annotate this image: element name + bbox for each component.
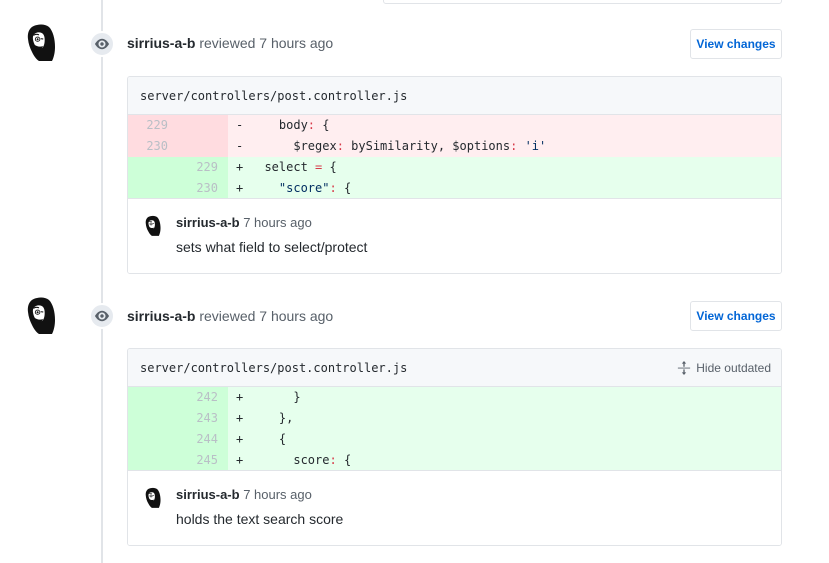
- diff-line-number-new: 244: [178, 429, 228, 450]
- diff-line-number-old: [128, 387, 178, 408]
- review-comment: sirrius-a-b 7 hours ago holds the text s…: [128, 471, 781, 545]
- diff-row: 229 - body: {: [128, 115, 781, 136]
- diff-line-number-old: [128, 178, 178, 198]
- diff-marker: -: [228, 115, 250, 136]
- diff-marker: -: [228, 136, 250, 157]
- diff-marker: +: [228, 157, 250, 178]
- diff-marker: +: [228, 178, 250, 198]
- view-changes-button[interactable]: View changes: [690, 29, 782, 59]
- diff-code[interactable]: "score": {: [250, 178, 781, 198]
- diff-line-number-old: 230: [128, 136, 178, 157]
- avatar-reviewer[interactable]: [21, 294, 65, 338]
- comment-author[interactable]: sirrius-a-b: [176, 487, 240, 502]
- fold-icon: [678, 360, 691, 375]
- eye-icon: [95, 38, 109, 50]
- diff-line-number-old: [128, 429, 178, 450]
- diff-line-number-old: [128, 450, 178, 470]
- review-author[interactable]: sirrius-a-b: [127, 35, 195, 51]
- hide-outdated-button[interactable]: Hide outdated: [677, 360, 771, 375]
- review-author[interactable]: sirrius-a-b: [127, 308, 195, 324]
- avatar-commenter[interactable]: [142, 214, 166, 238]
- diff-code[interactable]: }: [250, 387, 781, 408]
- diff-line-number-new: 243: [178, 408, 228, 429]
- review-action: reviewed 7 hours ago: [195, 35, 334, 51]
- diff-code[interactable]: select = {: [250, 157, 781, 178]
- diff-card: server/controllers/post.controller.js Hi…: [127, 348, 782, 546]
- diff-row: 245 + score: {: [128, 450, 781, 471]
- diff-line-number-old: [128, 408, 178, 429]
- review-event-icon: [89, 303, 115, 329]
- comment-author[interactable]: sirrius-a-b: [176, 215, 240, 230]
- comment-text: sets what field to select/protect: [176, 239, 368, 255]
- hide-outdated-label: Hide outdated: [696, 360, 771, 375]
- comment-body: sirrius-a-b 7 hours ago sets what field …: [176, 213, 769, 257]
- comment-text: holds the text search score: [176, 511, 344, 527]
- diff-line-number-old: [128, 157, 178, 178]
- diff-marker: +: [228, 429, 250, 450]
- diff-row: 229 + select = {: [128, 157, 781, 178]
- diff-marker: +: [228, 408, 250, 429]
- diff-header: server/controllers/post.controller.js Hi…: [128, 349, 781, 387]
- view-changes-button[interactable]: View changes: [690, 301, 782, 331]
- diff-code[interactable]: {: [250, 429, 781, 450]
- diff-line-number-new: 230: [178, 178, 228, 198]
- diff-card: server/controllers/post.controller.js 22…: [127, 76, 782, 274]
- review-comment: sirrius-a-b 7 hours ago sets what field …: [128, 199, 781, 273]
- diff-header: server/controllers/post.controller.js: [128, 77, 781, 115]
- diff-filename[interactable]: server/controllers/post.controller.js: [140, 361, 677, 375]
- comment-timestamp: 7 hours ago: [239, 487, 312, 502]
- comment-body: sirrius-a-b 7 hours ago holds the text s…: [176, 485, 769, 529]
- pull-request-timeline: sirrius-a-b reviewed 7 hours ago View ch…: [0, 0, 829, 563]
- diff-code[interactable]: },: [250, 408, 781, 429]
- diff-line-number-new: 242: [178, 387, 228, 408]
- diff-row: 230 - $regex: bySimilarity, $options: 'i…: [128, 136, 781, 157]
- diff-code[interactable]: score: {: [250, 450, 781, 470]
- diff-line-number-new: [178, 136, 228, 157]
- diff-code[interactable]: body: {: [250, 115, 781, 136]
- review-event-icon: [89, 31, 115, 57]
- comment-meta: sirrius-a-b 7 hours ago: [176, 213, 769, 233]
- diff-row: 244 + {: [128, 429, 781, 450]
- review-action: reviewed 7 hours ago: [195, 308, 334, 324]
- diff-body: 242 + } 243 + }, 244 + {245 + score: {: [128, 387, 781, 471]
- diff-code[interactable]: $regex: bySimilarity, $options: 'i': [250, 136, 781, 157]
- diff-row: 243 + },: [128, 408, 781, 429]
- diff-marker: +: [228, 387, 250, 408]
- previous-card-stub: [383, 0, 782, 4]
- diff-line-number-new: 229: [178, 157, 228, 178]
- avatar-reviewer[interactable]: [21, 21, 65, 65]
- diff-line-number-new: 245: [178, 450, 228, 470]
- diff-row: 230 + "score": {: [128, 178, 781, 199]
- review-header-text: sirrius-a-b reviewed 7 hours ago: [127, 33, 333, 53]
- diff-row: 242 + }: [128, 387, 781, 408]
- comment-timestamp: 7 hours ago: [239, 215, 312, 230]
- review-header-text: sirrius-a-b reviewed 7 hours ago: [127, 306, 333, 326]
- timeline-rail: [101, 0, 103, 563]
- diff-line-number-new: [178, 115, 228, 136]
- diff-filename[interactable]: server/controllers/post.controller.js: [140, 89, 771, 103]
- comment-meta: sirrius-a-b 7 hours ago: [176, 485, 769, 505]
- diff-body: 229 - body: { 230 - $regex: bySimilarity…: [128, 115, 781, 199]
- diff-line-number-old: 229: [128, 115, 178, 136]
- diff-marker: +: [228, 450, 250, 470]
- avatar-commenter[interactable]: [142, 486, 166, 510]
- eye-icon: [95, 310, 109, 322]
